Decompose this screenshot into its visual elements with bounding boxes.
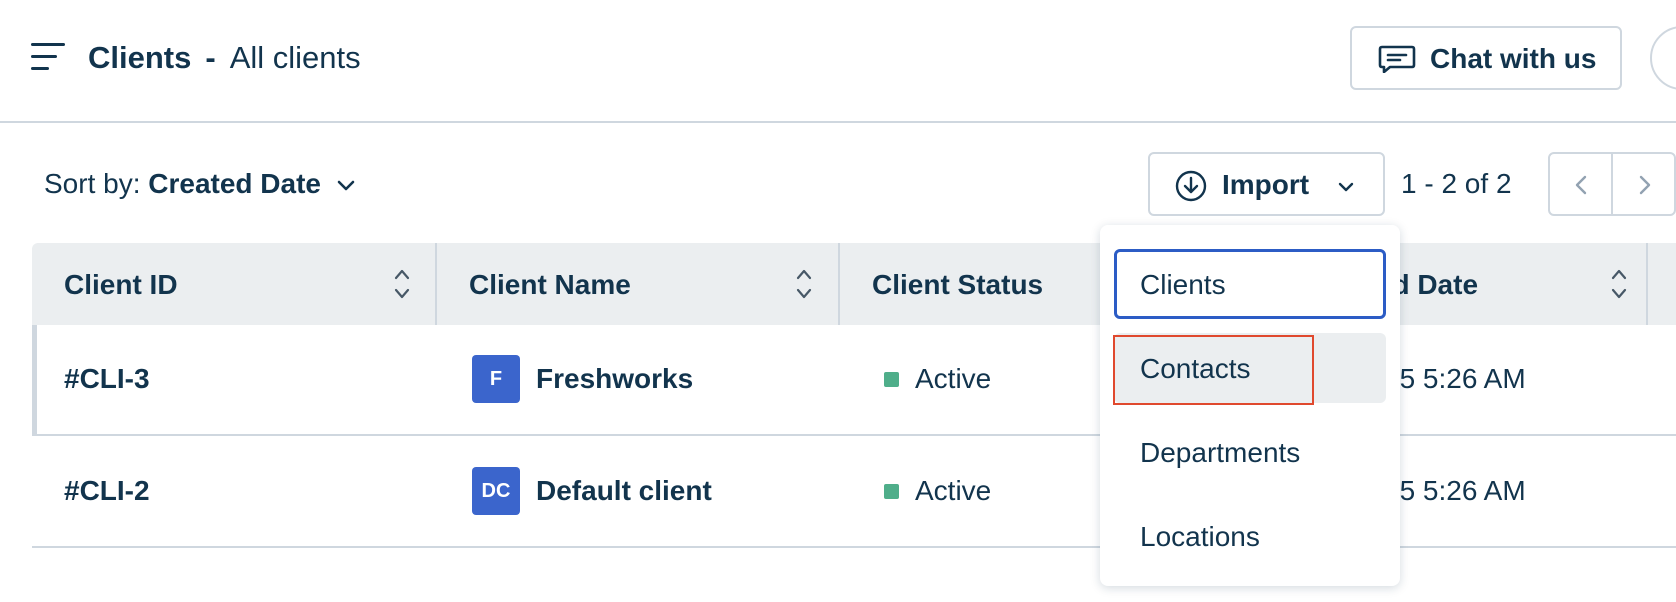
sort-updown-icon[interactable] (795, 267, 813, 301)
modified-date-cell: 25 5:26 AM (1384, 363, 1526, 394)
table-header: Client ID Client Name Client Status ifie… (32, 243, 1676, 325)
column-label: Client Status (872, 269, 1044, 300)
chevron-right-icon (1639, 175, 1651, 195)
client-id-cell[interactable]: #CLI-3 (64, 363, 150, 395)
chevron-down-icon (1338, 182, 1354, 192)
client-status-cell: Active (915, 475, 992, 506)
chevron-down-icon (337, 180, 355, 190)
status-indicator (884, 484, 899, 499)
pagination-controls (1548, 152, 1676, 216)
client-id-cell[interactable]: #CLI-2 (64, 475, 150, 507)
menu-item-departments[interactable]: Departments (1114, 417, 1386, 487)
client-status-cell: Active (915, 363, 992, 394)
page-title-view[interactable]: All clients (230, 40, 361, 75)
user-avatar[interactable] (1650, 26, 1676, 90)
menu-item-label: Clients (1140, 269, 1226, 300)
next-page-button[interactable] (1614, 154, 1676, 214)
menu-item-clients[interactable]: Clients (1114, 249, 1386, 319)
page-title-separator: - (205, 40, 216, 75)
client-logo: DC (472, 467, 520, 515)
pagination-count: 1 - 2 of 2 (1401, 168, 1512, 199)
column-label: Client Name (469, 269, 631, 300)
import-button-label: Import (1222, 169, 1310, 200)
column-header-client-id[interactable]: Client ID (32, 243, 435, 325)
column-divider[interactable] (1646, 243, 1648, 325)
status-indicator (884, 372, 899, 387)
client-name-link[interactable]: Freshworks (536, 363, 693, 395)
chat-button-label: Chat with us (1430, 43, 1597, 74)
chevron-left-icon (1575, 175, 1587, 195)
contacts-highlight-box (1113, 335, 1314, 405)
client-name-link[interactable]: Default client (536, 475, 712, 507)
modified-date-cell: 25 5:26 AM (1384, 475, 1526, 506)
menu-item-locations[interactable]: Locations (1114, 501, 1386, 571)
menu-item-label: Locations (1140, 521, 1260, 552)
page-header: Clients - All clients Chat with us (0, 0, 1676, 123)
import-menu: Clients Contacts Departments Locations (1100, 225, 1400, 586)
table-row[interactable]: #CLI-2 DC Default client Active 25 5:26 … (32, 437, 1676, 548)
column-label: Client ID (64, 269, 178, 300)
page-title: Clients - All clients (88, 40, 361, 76)
import-button[interactable]: Import (1148, 152, 1385, 216)
client-logo: F (472, 355, 520, 403)
download-circle-icon (1175, 170, 1207, 202)
page-title-main: Clients (88, 40, 192, 75)
hamburger-icon[interactable] (31, 43, 65, 71)
previous-page-button[interactable] (1550, 154, 1613, 214)
sort-updown-icon[interactable] (1610, 267, 1628, 301)
sort-by-value: Created Date (148, 168, 321, 199)
sort-by-dropdown[interactable]: Sort by: Created Date (44, 168, 355, 200)
chat-bubble-icon (1378, 45, 1416, 73)
column-header-client-name[interactable]: Client Name (437, 243, 838, 325)
chat-with-us-button[interactable]: Chat with us (1350, 26, 1622, 90)
menu-item-label: Departments (1140, 437, 1301, 468)
sort-updown-icon[interactable] (393, 267, 411, 301)
sort-by-label: Sort by: (44, 168, 141, 199)
table-row[interactable]: #CLI-3 F Freshworks Active 25 5:26 AM (32, 325, 1676, 436)
